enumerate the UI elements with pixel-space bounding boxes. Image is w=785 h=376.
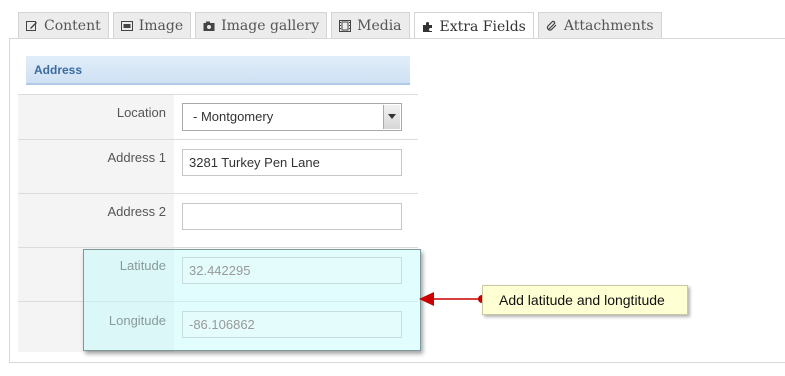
location-select[interactable]: - Montgomery [182, 103, 402, 131]
tab-extra-fields[interactable]: Extra Fields [413, 12, 534, 40]
tab-attachments[interactable]: Attachments [537, 12, 662, 38]
tab-label: Attachments [563, 17, 654, 34]
row-divider [18, 193, 418, 194]
tab-label: Extra Fields [439, 18, 526, 35]
tab-label: Image gallery [221, 17, 320, 34]
callout-arrow [419, 292, 486, 306]
tab-bar: Content Image Image gallery Media Extra … [18, 12, 666, 40]
paperclip-icon [546, 20, 557, 31]
row-divider [18, 94, 418, 95]
location-selected-value: - Montgomery [193, 109, 274, 124]
address2-label: Address 2 [107, 204, 166, 219]
tab-image-gallery[interactable]: Image gallery [195, 12, 328, 38]
row-divider [18, 139, 418, 140]
section-header-address: Address [26, 56, 410, 85]
tab-label: Image [138, 17, 184, 34]
location-label: Location [116, 105, 166, 120]
film-icon [339, 19, 352, 32]
image-icon [120, 20, 133, 31]
chevron-down-icon[interactable] [383, 105, 400, 129]
tab-image[interactable]: Image [112, 12, 192, 38]
address1-label: Address 1 [107, 150, 166, 165]
tab-label: Media [357, 17, 402, 34]
edit-icon [26, 20, 37, 31]
address1-field[interactable] [182, 149, 402, 176]
longitude-field[interactable] [182, 311, 402, 338]
address2-field[interactable] [182, 203, 402, 230]
tab-content[interactable]: Content [18, 12, 109, 38]
tab-label: Content [44, 17, 101, 34]
latitude-label: Latitude [119, 258, 166, 273]
row-divider [18, 247, 418, 248]
longitude-label: Longitude [108, 313, 166, 328]
camera-icon [203, 21, 215, 31]
callout-note: Add latitude and longtitude [482, 285, 688, 315]
puzzle-icon [422, 21, 432, 32]
latitude-field[interactable] [182, 257, 402, 284]
tab-media[interactable]: Media [331, 12, 410, 38]
